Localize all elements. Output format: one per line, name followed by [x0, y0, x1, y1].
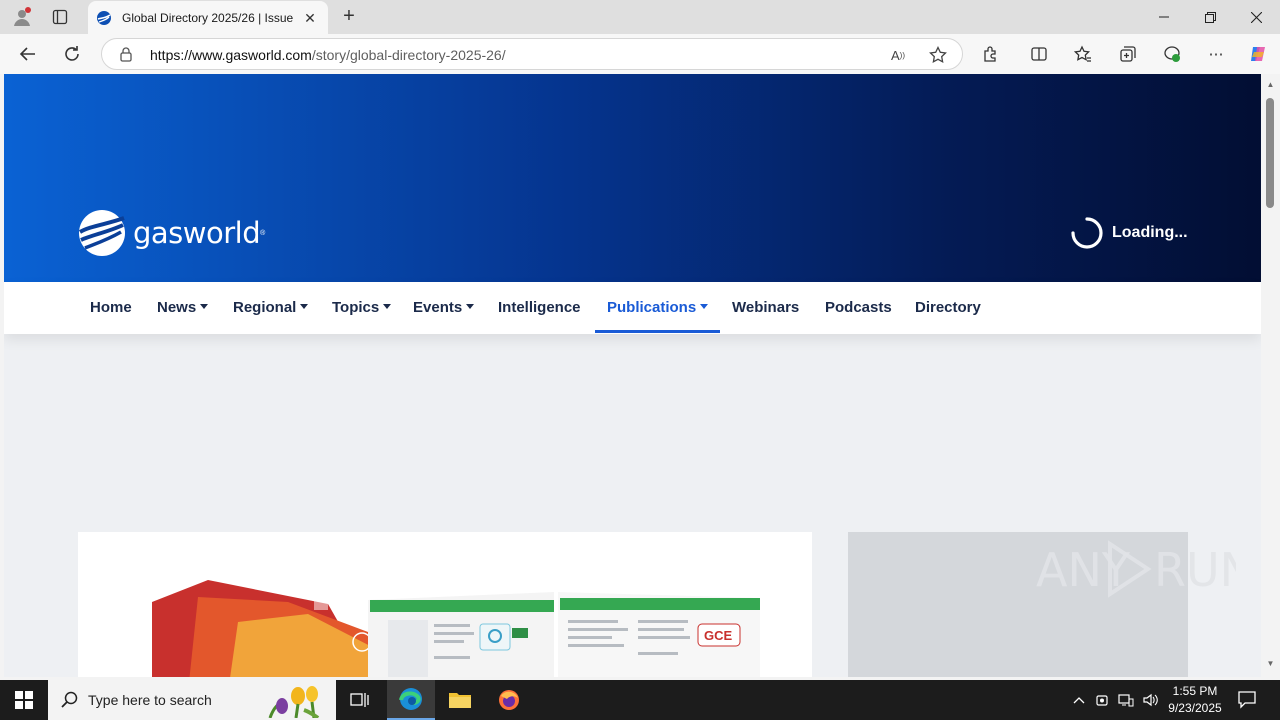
tulip-decoration-icon [268, 686, 320, 718]
tab-title: Global Directory 2025/26 | Issue [122, 10, 294, 25]
firefox-icon [499, 690, 519, 710]
refresh-icon[interactable] [60, 42, 84, 66]
url-text: https://www.gasworld.com/story/global-di… [150, 47, 506, 63]
clock-date: 9/23/2025 [1168, 701, 1222, 715]
more-options-icon[interactable]: ⋯ [1204, 42, 1228, 66]
publications-dropdown-caret-icon [700, 303, 709, 309]
address-bar[interactable]: https://www.gasworld.com/story/global-di… [101, 38, 963, 70]
start-button[interactable] [0, 680, 48, 720]
gasworld-logo[interactable]: gasworld ® [77, 208, 265, 258]
nav-webinars[interactable]: Webinars [732, 282, 799, 334]
taskbar-search-box[interactable]: Type here to search [48, 680, 336, 720]
browser-toolbar: https://www.gasworld.com/story/global-di… [0, 34, 1280, 74]
site-header-banner: gasworld ® Loading... [4, 74, 1261, 282]
tab-actions-icon[interactable] [48, 5, 72, 29]
minimize-button[interactable] [1141, 0, 1187, 34]
main-navigation: Home News Regional Topics Events Intelli… [4, 282, 1261, 334]
nav-directory[interactable]: Directory [915, 282, 981, 334]
loading-text: Loading... [1112, 224, 1188, 241]
news-dropdown-caret-icon [200, 303, 209, 309]
logo-wordmark: gasworld [133, 216, 261, 250]
meet-now-icon[interactable] [1093, 690, 1113, 710]
taskbar-clock[interactable]: 1:55 PM 9/23/2025 [1162, 683, 1228, 717]
gasworld-favicon-icon [97, 10, 111, 25]
edge-icon [399, 688, 422, 710]
page-scrollbar[interactable]: ▲ ▼ [1261, 74, 1280, 677]
taskbar-edge-app[interactable] [387, 680, 435, 720]
nav-podcasts[interactable]: Podcasts [825, 282, 892, 334]
site-info-lock-icon[interactable] [118, 46, 134, 62]
logo-registered-mark: ® [260, 229, 266, 237]
topics-dropdown-caret-icon [383, 303, 392, 309]
volume-icon[interactable] [1140, 690, 1160, 710]
clock-time: 1:55 PM [1172, 684, 1218, 698]
loading-indicator: Loading... [1070, 216, 1188, 250]
browser-essentials-icon[interactable] [1160, 42, 1184, 66]
nav-news[interactable]: News [157, 282, 209, 334]
active-tab[interactable]: Global Directory 2025/26 | Issue ✕ [88, 1, 328, 34]
nav-events[interactable]: Events [413, 282, 475, 334]
regional-dropdown-caret-icon [300, 303, 309, 309]
windows-logo-icon [15, 691, 33, 709]
svg-text:GCE: GCE [704, 628, 733, 643]
folder-icon [449, 693, 471, 708]
favorites-icon[interactable] [1071, 42, 1095, 66]
taskbar-firefox-app[interactable] [485, 680, 533, 720]
scroll-up-arrow-icon[interactable]: ▲ [1266, 80, 1275, 89]
restore-button[interactable] [1187, 0, 1233, 34]
taskbar-file-explorer-app[interactable] [436, 680, 484, 720]
nav-topics[interactable]: Topics [332, 282, 392, 334]
windows-taskbar: Type here to search 1:55 PM 9/23/2025 [0, 680, 1280, 720]
loading-spinner-icon [1071, 217, 1103, 249]
notification-center-icon[interactable] [1236, 688, 1260, 712]
anyrun-watermark: ANY RUN [1036, 536, 1236, 606]
nav-home[interactable]: Home [90, 282, 132, 334]
scroll-down-arrow-icon[interactable]: ▼ [1266, 659, 1275, 668]
scroll-thumb[interactable] [1266, 98, 1274, 208]
profile-icon[interactable] [10, 5, 34, 29]
task-view-icon [350, 693, 369, 707]
network-icon[interactable] [1116, 690, 1136, 710]
search-placeholder: Type here to search [88, 692, 212, 708]
article-hero-image-card: GCE [78, 532, 812, 677]
copilot-icon[interactable] [1246, 42, 1270, 66]
watermark-text-right: RUN [1154, 543, 1236, 597]
url-host: https://www.gasworld.com [150, 47, 312, 63]
close-window-button[interactable] [1233, 0, 1279, 34]
read-aloud-icon[interactable]: A)) [889, 46, 907, 64]
browser-tab-bar: Global Directory 2025/26 | Issue ✕ + [0, 0, 1280, 34]
gasworld-globe-icon [78, 210, 125, 256]
tab-close-icon[interactable]: ✕ [302, 10, 318, 26]
show-hidden-icons-chevron-icon[interactable] [1069, 690, 1089, 710]
collections-icon[interactable] [1116, 42, 1140, 66]
task-view-button[interactable] [336, 680, 384, 720]
favorite-star-icon[interactable] [929, 46, 947, 64]
active-nav-underline [595, 330, 720, 333]
nav-publications[interactable]: Publications [607, 282, 709, 334]
extensions-icon[interactable] [979, 42, 1003, 66]
search-icon [61, 691, 78, 708]
url-path: /story/global-directory-2025-26/ [311, 47, 506, 63]
split-screen-icon[interactable] [1027, 42, 1051, 66]
new-tab-button[interactable]: + [338, 5, 360, 27]
events-dropdown-caret-icon [466, 303, 475, 309]
nav-regional[interactable]: Regional [233, 282, 309, 334]
global-directory-publication-image: GCE [152, 580, 760, 677]
nav-intelligence[interactable]: Intelligence [498, 282, 581, 334]
back-icon[interactable] [16, 42, 40, 66]
